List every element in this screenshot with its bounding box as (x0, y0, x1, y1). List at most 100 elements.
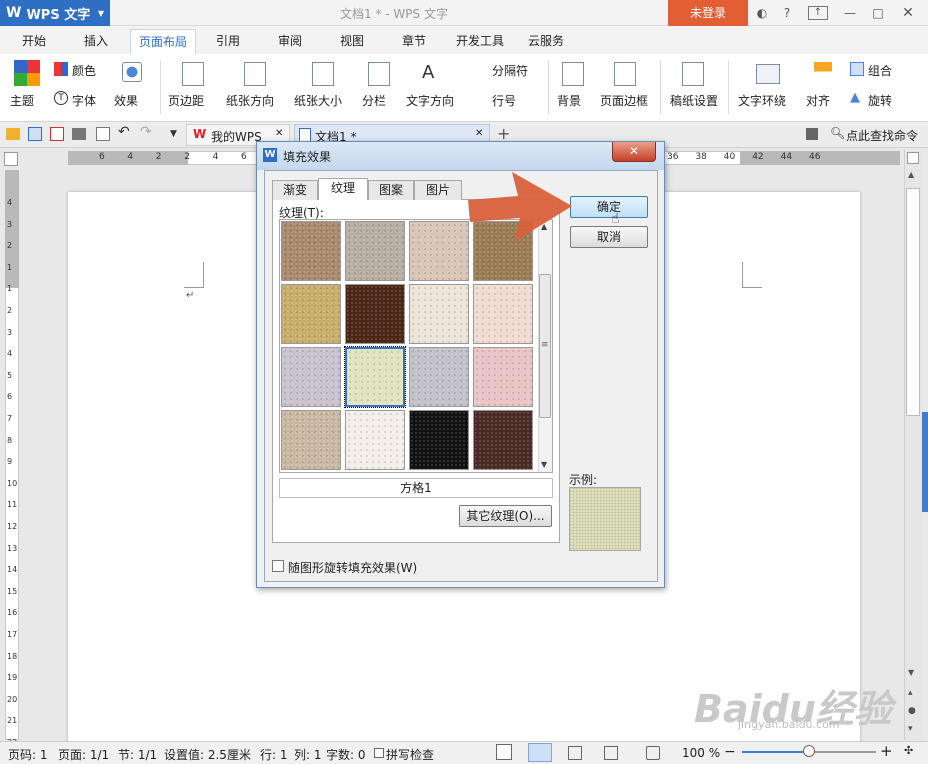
fullscreen-icon[interactable] (496, 744, 512, 760)
tab-chapter[interactable]: 章节 (402, 32, 426, 49)
tab-developer[interactable]: 开发工具 (456, 32, 504, 49)
minimize-icon[interactable]: — (840, 4, 860, 22)
line-number-button[interactable]: 行号 (492, 92, 516, 109)
texture-10[interactable] (344, 346, 406, 408)
draft-paper-button[interactable]: 稿纸设置 (670, 92, 718, 109)
status-setting[interactable]: 设置值: 2.5厘米 (164, 746, 251, 763)
close-icon[interactable]: ✕ (275, 128, 283, 139)
tab-reference[interactable]: 引用 (216, 32, 240, 49)
paper-size-button[interactable]: 纸张大小 (294, 92, 342, 109)
page-border-button[interactable]: 页面边框 (600, 92, 648, 109)
page-view-icon[interactable] (528, 743, 552, 762)
texture-12[interactable] (473, 347, 533, 407)
theme-button[interactable]: 主题 (10, 92, 34, 109)
status-section[interactable]: 节: 1/1 (118, 746, 157, 763)
close-icon[interactable]: ✕ (898, 4, 918, 22)
scrollbar-thumb[interactable] (906, 188, 920, 416)
texture-7[interactable] (409, 284, 469, 344)
separator-button[interactable]: 分隔符 (492, 62, 528, 79)
save-icon[interactable] (28, 127, 42, 141)
scroll-up-icon[interactable]: ▲ (908, 170, 914, 179)
font-button[interactable]: 字体 (72, 92, 96, 109)
status-spellcheck[interactable]: 拼写检查 (386, 746, 434, 763)
texture-16[interactable] (473, 410, 533, 470)
tab-pattern[interactable]: 图案 (368, 180, 414, 200)
tab-start[interactable]: 开始 (22, 32, 46, 49)
texture-2[interactable] (345, 221, 405, 281)
spellcheck-checkbox[interactable] (374, 748, 384, 758)
tab-gradient[interactable]: 渐变 (272, 180, 318, 200)
wrap-button[interactable]: 文字环绕 (738, 92, 786, 109)
redo-icon[interactable]: ↷ (140, 124, 152, 140)
print-icon[interactable] (72, 128, 86, 140)
zoom-out-icon[interactable]: − (724, 744, 736, 760)
split-view-button[interactable] (907, 152, 919, 164)
tab-cloud[interactable]: 云服务 (528, 32, 564, 49)
app-menu-button[interactable]: W WPS 文字 ▼ (0, 0, 110, 26)
wrap-icon[interactable] (756, 64, 780, 84)
web-view-icon[interactable] (604, 746, 618, 760)
preview-icon[interactable] (96, 127, 110, 141)
group-button[interactable]: 组合 (868, 62, 892, 79)
tab-page-layout[interactable]: 页面布局 (130, 29, 196, 55)
effect-button[interactable]: 效果 (114, 92, 138, 109)
texture-8[interactable] (473, 284, 533, 344)
cancel-button[interactable]: 取消 (570, 226, 648, 248)
next-page-icon[interactable]: ▾ (908, 724, 913, 734)
customize-chevron-icon[interactable]: ▼ (170, 129, 177, 139)
tab-review[interactable]: 审阅 (278, 32, 302, 49)
texture-9[interactable] (281, 347, 341, 407)
zoom-slider-handle[interactable] (803, 745, 815, 757)
texture-15[interactable] (409, 410, 469, 470)
tab-texture[interactable]: 纹理 (318, 178, 368, 200)
margin-icon[interactable] (182, 62, 204, 86)
paper-size-icon[interactable] (312, 62, 334, 86)
align-icon[interactable] (814, 62, 832, 86)
command-search[interactable]: 点此查找命令 (846, 127, 918, 144)
theme-icon[interactable] (14, 60, 40, 86)
pdf-icon[interactable] (50, 127, 64, 141)
status-page[interactable]: 页面: 1/1 (58, 746, 109, 763)
other-texture-button[interactable]: 其它纹理(O)... (459, 505, 552, 527)
dialog-title-bar[interactable]: W 填充效果 (257, 142, 664, 170)
scroll-down-icon[interactable]: ▼ (908, 668, 914, 677)
text-direction-button[interactable]: 文字方向 (406, 92, 454, 109)
rotate-fill-checkbox[interactable] (272, 560, 284, 572)
texture-1[interactable] (281, 221, 341, 281)
rotate-button[interactable]: 旋转 (868, 92, 892, 109)
effect-icon[interactable] (122, 62, 142, 82)
color-button[interactable]: 颜色 (72, 62, 96, 79)
upload-icon[interactable]: ↑ (808, 6, 828, 20)
reading-view-icon[interactable] (646, 746, 660, 760)
page-border-icon[interactable] (614, 62, 636, 86)
texture-13[interactable] (281, 410, 341, 470)
zoom-value[interactable]: 100 % (682, 746, 720, 760)
margin-button[interactable]: 页边距 (168, 92, 204, 109)
texture-14[interactable] (345, 410, 405, 470)
prev-page-icon[interactable]: ▴ (908, 688, 913, 698)
orientation-icon[interactable] (244, 62, 266, 86)
select-browse-icon[interactable]: ● (908, 706, 916, 716)
texture-6[interactable] (345, 284, 405, 344)
zoom-in-icon[interactable]: + (880, 742, 893, 760)
background-icon[interactable] (562, 62, 584, 86)
texture-3[interactable] (409, 221, 469, 281)
status-row[interactable]: 行: 1 (260, 746, 288, 763)
status-page-code[interactable]: 页码: 1 (8, 746, 48, 763)
texture-5[interactable] (281, 284, 341, 344)
login-button[interactable]: 未登录 (668, 0, 748, 26)
ok-button[interactable]: 确定 (570, 196, 648, 218)
tab-view[interactable]: 视图 (340, 32, 364, 49)
open-icon[interactable] (6, 128, 20, 140)
side-panel-toggle[interactable] (922, 412, 928, 512)
status-chars[interactable]: 字数: 0 (326, 746, 366, 763)
scroll-down-icon[interactable]: ▼ (541, 460, 547, 469)
zoom-fit-icon[interactable]: ✣ (904, 744, 913, 757)
outline-view-icon[interactable] (568, 746, 582, 760)
columns-button[interactable]: 分栏 (362, 92, 386, 109)
align-button[interactable]: 对齐 (806, 92, 830, 109)
background-button[interactable]: 背景 (557, 92, 581, 109)
ruler-corner-button[interactable] (4, 152, 18, 166)
help-icon[interactable]: ? (776, 4, 798, 22)
skin-icon[interactable]: ◐ (752, 4, 772, 22)
